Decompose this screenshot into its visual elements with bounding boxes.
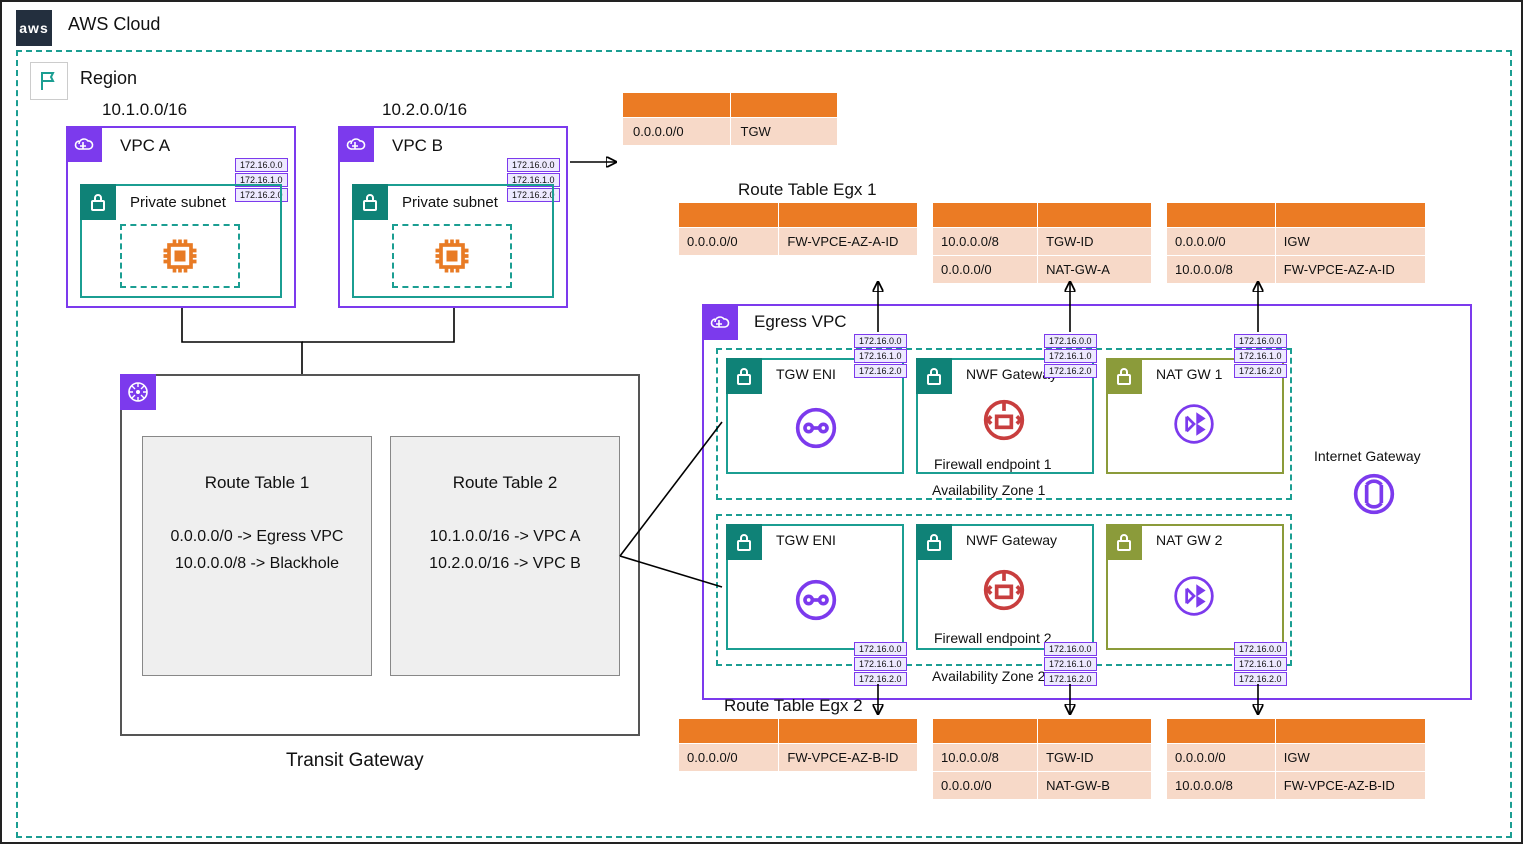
- egx2-rt-nat: 0.0.0.0/0IGW 10.0.0.0/8FW-VPCE-AZ-B-ID: [1166, 718, 1426, 800]
- egx2-rt-eni: 0.0.0.0/0FW-VPCE-AZ-B-ID: [678, 718, 918, 772]
- tgw-rt2: Route Table 2 10.1.0.0/16 -> VPC A 10.2.…: [390, 436, 620, 676]
- eni-icon: [794, 578, 838, 622]
- vpc-a-icon: [66, 126, 102, 162]
- egx2-rt-nwf: 10.0.0.0/8TGW-ID 0.0.0.0/0NAT-GW-B: [932, 718, 1152, 800]
- egx1-rt-nwf: 10.0.0.0/8TGW-ID 0.0.0.0/0NAT-GW-A: [932, 202, 1152, 284]
- firewall-icon: [982, 568, 1026, 612]
- region-label: Region: [80, 68, 137, 89]
- tgw-icon: [120, 374, 156, 410]
- vpc-b-subnet-lock-icon: [352, 184, 388, 220]
- tgw-label: Transit Gateway: [286, 750, 424, 772]
- az1-label: Availability Zone 1: [932, 482, 1045, 498]
- az2-fw-endpoint-label: Firewall endpoint 2: [934, 630, 1052, 646]
- vpc-b-label: VPC B: [392, 136, 443, 156]
- nat-gw-icon: [1172, 402, 1216, 446]
- chip-icon: [158, 234, 202, 278]
- az2-nat-label: NAT GW 2: [1156, 532, 1222, 548]
- az2-nwf-cidr-tags: 172.16.0.0172.16.1.0172.16.2.0: [1044, 642, 1097, 686]
- az1-nat-label: NAT GW 1: [1156, 366, 1222, 382]
- igw-label: Internet Gateway: [1314, 448, 1421, 464]
- egress-vpc-label: Egress VPC: [754, 312, 847, 332]
- az2-tgw-eni-label: TGW ENI: [776, 532, 836, 548]
- eni-icon: [794, 406, 838, 450]
- firewall-icon: [982, 398, 1026, 442]
- lock-icon: [916, 358, 952, 394]
- chip-icon: [430, 234, 474, 278]
- az1-eni-cidr-tags: 172.16.0.0172.16.1.0172.16.2.0: [854, 334, 907, 378]
- az1-nwf-cidr-tags: 172.16.0.0172.16.1.0172.16.2.0: [1044, 334, 1097, 378]
- tgw-rt1: Route Table 1 0.0.0.0/0 -> Egress VPC 10…: [142, 436, 372, 676]
- vpc-b-icon: [338, 126, 374, 162]
- lock-icon: [1106, 358, 1142, 394]
- az1-fw-endpoint-label: Firewall endpoint 1: [934, 456, 1052, 472]
- egx2-label: Route Table Egx 2: [724, 696, 863, 716]
- egress-vpc-icon: [702, 304, 738, 340]
- diagram-canvas: aws AWS Cloud Region 10.1.0.0/16 VPC A 1…: [0, 0, 1523, 844]
- lock-icon: [916, 524, 952, 560]
- aws-logo-icon: aws: [16, 10, 52, 46]
- lock-icon: [1106, 524, 1142, 560]
- az2-eni-cidr-tags: 172.16.0.0172.16.1.0172.16.2.0: [854, 642, 907, 686]
- vpc-b-cidr: 10.2.0.0/16: [382, 100, 467, 120]
- igw-icon: [1352, 472, 1396, 516]
- lock-icon: [726, 358, 762, 394]
- vpc-a-subnet-lock-icon: [80, 184, 116, 220]
- vpc-a-label: VPC A: [120, 136, 170, 156]
- cloud-label: AWS Cloud: [68, 14, 160, 35]
- egx1-rt-nat: 0.0.0.0/0IGW 10.0.0.0/8FW-VPCE-AZ-A-ID: [1166, 202, 1426, 284]
- vpc-a-subnet-label: Private subnet: [130, 194, 226, 211]
- az2-label: Availability Zone 2: [932, 668, 1045, 684]
- tgw-rt2-title: Route Table 2: [391, 473, 619, 493]
- az1-nat-cidr-tags: 172.16.0.0172.16.1.0172.16.2.0: [1234, 334, 1287, 378]
- tgw-rt1-title: Route Table 1: [143, 473, 371, 493]
- lock-icon: [726, 524, 762, 560]
- vpc-route-table: 0.0.0.0/0TGW: [622, 92, 838, 146]
- az1-tgw-eni-label: TGW ENI: [776, 366, 836, 382]
- az2-nat-cidr-tags: 172.16.0.0172.16.1.0172.16.2.0: [1234, 642, 1287, 686]
- vpc-b-subnet-label: Private subnet: [402, 194, 498, 211]
- egx1-label: Route Table Egx 1: [738, 180, 877, 200]
- region-flag-icon: [30, 62, 68, 100]
- nat-gw-icon: [1172, 574, 1216, 618]
- az2-nwf-label: NWF Gateway: [966, 532, 1057, 548]
- vpc-a-cidr: 10.1.0.0/16: [102, 100, 187, 120]
- egx1-rt-eni: 0.0.0.0/0FW-VPCE-AZ-A-ID: [678, 202, 918, 256]
